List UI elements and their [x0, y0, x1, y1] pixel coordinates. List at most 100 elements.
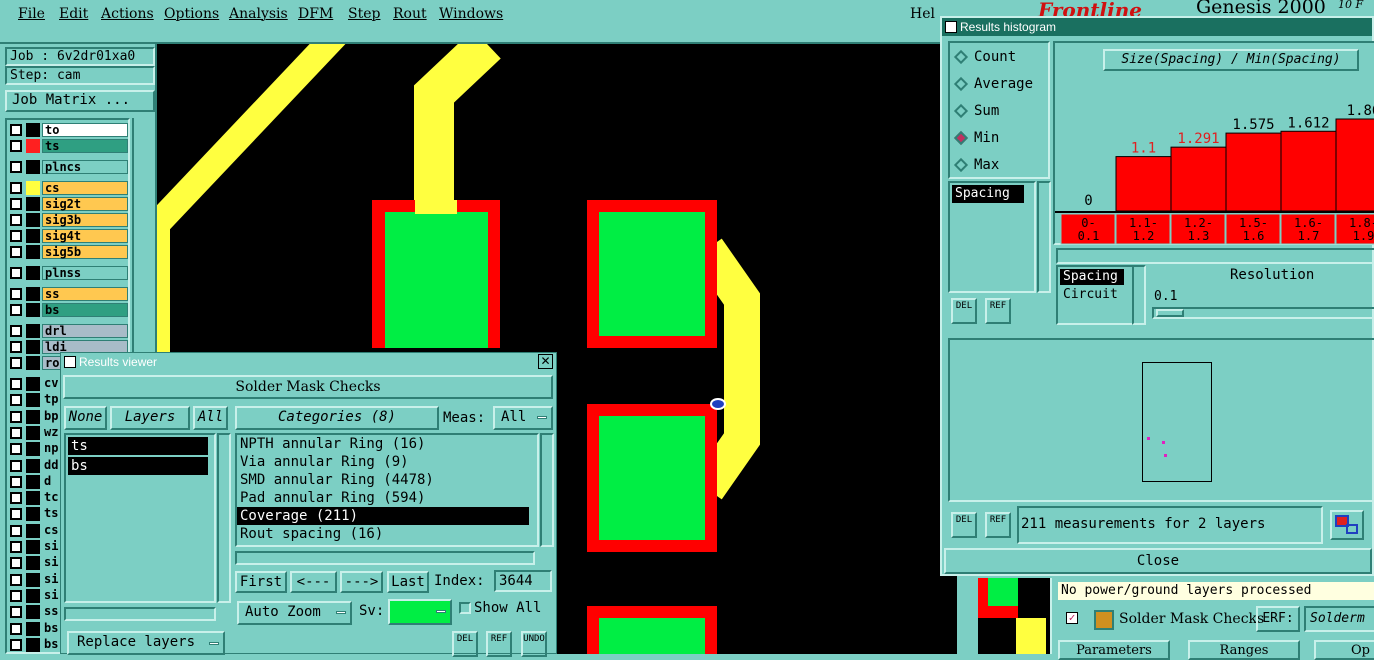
layer-checkbox[interactable] — [10, 304, 22, 316]
meas-dropdown[interactable]: All — [493, 406, 553, 430]
layer-name[interactable]: bs — [42, 621, 60, 636]
layer-row-bs[interactable]: bs — [10, 621, 65, 636]
layer-row-tc[interactable]: tc — [10, 491, 65, 506]
layer-checkbox[interactable] — [10, 325, 22, 337]
type-list[interactable]: Spacing Circuit — [1056, 265, 1136, 325]
layer-name[interactable]: si — [42, 556, 60, 571]
op-button[interactable]: Op — [1314, 640, 1374, 660]
layer-row-sig2t[interactable]: sig2t — [10, 197, 128, 211]
resolution-slider-handle[interactable] — [1156, 309, 1184, 317]
none-button[interactable]: None — [64, 406, 107, 430]
parameters-button[interactable]: Parameters — [1058, 640, 1170, 660]
layer-name[interactable]: wz — [42, 425, 60, 440]
layer-result-hscroll[interactable] — [64, 607, 216, 621]
type-item-circuit[interactable]: Circuit — [1060, 287, 1132, 303]
histogram-bar[interactable] — [1335, 118, 1374, 212]
layer-row-si[interactable]: si — [10, 556, 65, 571]
category-list[interactable]: NPTH annular Ring (16) Via annular Ring (… — [235, 433, 539, 547]
layer-color-swatch[interactable] — [26, 139, 40, 153]
histogram-bar[interactable] — [1115, 156, 1172, 212]
layer-color-swatch[interactable] — [26, 356, 40, 370]
erf-field[interactable]: Solderm — [1304, 606, 1374, 632]
window-menu-icon[interactable]: ✕ — [945, 21, 957, 33]
layer-result-ts[interactable]: ts — [68, 437, 208, 455]
layer-color-swatch[interactable] — [26, 474, 40, 489]
layer-checkbox[interactable] — [10, 394, 22, 407]
layer-row-to[interactable]: to — [10, 123, 128, 137]
layer-row-cv[interactable]: cv — [10, 377, 65, 391]
menu-dfm[interactable]: DFM — [298, 6, 333, 22]
results-viewer-titlebar[interactable]: ✕ Results viewer — [61, 353, 556, 371]
layer-name[interactable]: np — [42, 442, 60, 457]
menu-file[interactable]: File — [18, 6, 45, 22]
layer-name[interactable]: cs — [42, 523, 60, 538]
layer-color-swatch[interactable] — [26, 458, 40, 473]
layer-color-swatch[interactable] — [26, 377, 40, 391]
layer-name[interactable]: ss — [42, 287, 128, 301]
layer-checkbox[interactable] — [10, 140, 22, 152]
layer-checkbox[interactable] — [10, 182, 22, 194]
layer-name[interactable]: bs — [42, 637, 60, 652]
stat-radio-min[interactable]: Min — [953, 130, 999, 146]
layer-name[interactable]: plnss — [42, 266, 128, 280]
layer-row-cs[interactable]: cs — [10, 181, 128, 195]
resolution-slider[interactable] — [1152, 307, 1374, 319]
next-button[interactable]: ---> — [340, 571, 383, 593]
layer-color-swatch[interactable] — [26, 181, 40, 195]
layer-checkbox[interactable] — [10, 459, 22, 472]
layer-name[interactable]: to — [42, 123, 128, 137]
ranges-button[interactable]: Ranges — [1188, 640, 1300, 660]
layer-name[interactable]: tp — [42, 393, 60, 408]
measure-list[interactable]: Spacing — [948, 181, 1036, 293]
del-button[interactable]: DEL — [452, 631, 478, 657]
layer-row-drl[interactable]: drl — [10, 324, 128, 338]
menu-step[interactable]: Step — [348, 6, 380, 22]
layer-name[interactable]: sig3b — [42, 213, 128, 227]
replace-layers-dropdown[interactable]: Replace layers — [67, 631, 225, 655]
measure-item-spacing[interactable]: Spacing — [952, 185, 1024, 203]
layer-checkbox[interactable] — [10, 198, 22, 210]
overview-del-button[interactable]: DEL — [951, 512, 977, 538]
layer-name[interactable]: sig5b — [42, 245, 128, 259]
layer-name[interactable]: si — [42, 588, 60, 603]
layer-checkbox[interactable] — [10, 410, 22, 423]
layer-color-swatch[interactable] — [26, 245, 40, 259]
layer-row-plncs[interactable]: plncs — [10, 160, 128, 174]
layer-checkbox[interactable] — [10, 161, 22, 173]
histogram-bar[interactable] — [1170, 146, 1227, 212]
layer-name[interactable]: ss — [42, 605, 60, 620]
layer-name[interactable]: bp — [42, 409, 60, 424]
category-item[interactable]: NPTH annular Ring (16) — [237, 435, 529, 453]
hist-ref-button[interactable]: REF — [985, 298, 1011, 324]
layer-checkbox[interactable] — [10, 214, 22, 226]
stat-radio-average[interactable]: Average — [953, 76, 1033, 92]
layer-color-swatch[interactable] — [26, 442, 40, 457]
layer-checkbox[interactable] — [10, 378, 22, 390]
layer-checkbox[interactable] — [10, 288, 22, 300]
layer-color-swatch[interactable] — [26, 160, 40, 174]
histogram-titlebar[interactable]: ✕ Results histogram — [942, 18, 1372, 36]
layer-color-swatch[interactable] — [26, 540, 40, 554]
layer-color-swatch[interactable] — [26, 425, 40, 440]
layer-row-bs[interactable]: bs — [10, 637, 65, 652]
show-all-checkbox[interactable] — [459, 602, 471, 614]
category-item[interactable]: Via annular Ring (9) — [237, 453, 529, 471]
layer-checkbox[interactable] — [10, 524, 22, 537]
job-matrix-button[interactable]: Job Matrix ... — [5, 90, 155, 112]
auto-zoom-dropdown[interactable]: Auto Zoom — [237, 601, 352, 625]
layer-color-swatch[interactable] — [26, 266, 40, 280]
zoom-to-fit-icon[interactable] — [1330, 510, 1364, 540]
layer-color-swatch[interactable] — [26, 507, 40, 522]
layer-row-sig3b[interactable]: sig3b — [10, 213, 128, 227]
layer-row-si[interactable]: si — [10, 588, 65, 603]
layer-row-ts[interactable]: ts — [10, 507, 65, 522]
layer-color-swatch[interactable] — [26, 588, 40, 603]
layer-color-swatch[interactable] — [26, 637, 40, 652]
layer-checkbox[interactable] — [10, 357, 22, 369]
layer-name[interactable]: bs — [42, 303, 128, 317]
menu-help[interactable]: Hel — [910, 6, 935, 22]
layer-color-swatch[interactable] — [26, 409, 40, 424]
categories-button[interactable]: Categories (8) — [235, 406, 439, 430]
layer-checkbox[interactable] — [10, 573, 22, 586]
menu-edit[interactable]: Edit — [59, 6, 88, 22]
